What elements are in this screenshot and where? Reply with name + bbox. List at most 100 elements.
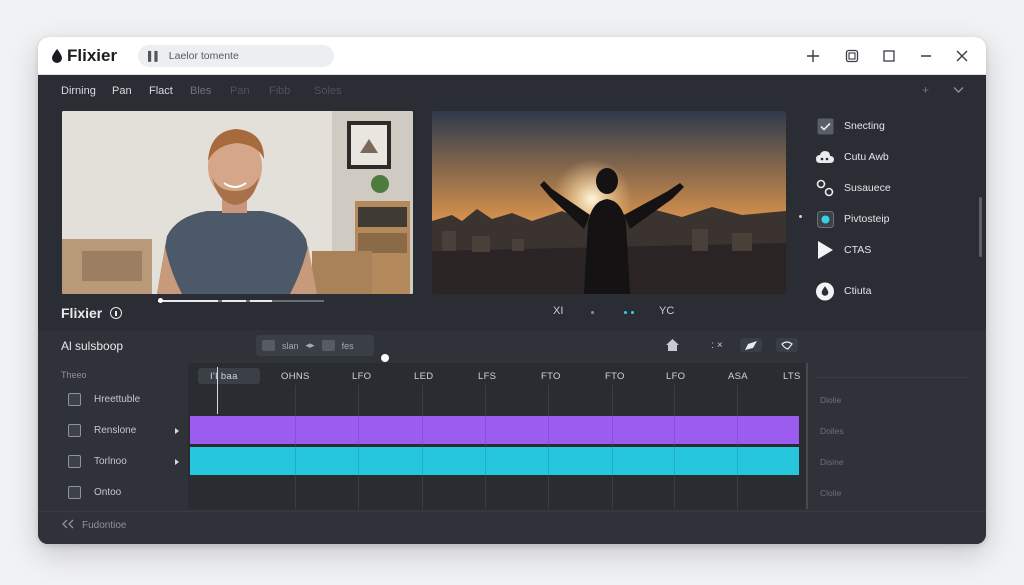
nodes-icon — [816, 179, 834, 197]
sidebar-scrollbar[interactable] — [979, 197, 982, 257]
search-icon: ▌▌ — [148, 51, 161, 61]
preview-source[interactable] — [62, 111, 413, 294]
menu-item-7[interactable]: Soles — [314, 85, 342, 97]
sidebar-item-5[interactable]: CTAS — [816, 240, 871, 260]
timeline-ruler[interactable]: I'I baa OHNS LFO LED LFS FTO FTO LFO ASA… — [188, 367, 808, 385]
ai-panel-title: Al sulsboop — [61, 339, 124, 353]
ruler-tick-label: LFS — [478, 371, 497, 382]
sidebar-item-label: Snecting — [844, 120, 885, 132]
ruler-tick-label: I'I baa — [210, 371, 238, 382]
ruler-tick-label: ASA — [728, 371, 748, 382]
track-2[interactable]: Renslone — [68, 424, 136, 437]
footer-label: Fudontioe — [82, 520, 127, 531]
drop-icon — [52, 49, 62, 63]
sidebar-item-6[interactable]: Ctiuta — [816, 281, 871, 301]
menu-item-4[interactable]: Bles — [190, 85, 211, 97]
playback-dot — [624, 311, 627, 314]
sidebar-item-label: Susauece — [844, 182, 891, 194]
home-icon[interactable] — [664, 338, 680, 352]
preview-source-image — [62, 111, 413, 294]
track-property-label: Clolie — [820, 488, 842, 498]
layout-icon[interactable] — [842, 46, 862, 66]
info-icon[interactable] — [110, 307, 122, 319]
tracks-header: Theeo — [61, 370, 87, 380]
track-label: Ontoo — [94, 487, 122, 498]
divider — [38, 511, 986, 512]
divider — [817, 377, 967, 378]
ruler-tick-label: LFO — [666, 371, 686, 382]
clip-toolbar: slan ◂▸ fes — [256, 335, 374, 356]
track-expand-icon[interactable] — [175, 428, 179, 434]
sidebar-item-2[interactable]: Cutu Awb — [816, 147, 889, 167]
menu-item-1[interactable]: Dirning — [61, 85, 96, 97]
track-label: Torlnoo — [94, 456, 127, 467]
sidebar-item-1[interactable]: Snecting — [816, 116, 885, 136]
track-3[interactable]: Torlnoo — [68, 455, 127, 468]
ruler-tick-label: LFO — [352, 371, 372, 382]
track-property-label: Doiles — [820, 426, 844, 436]
preview-scrub-track[interactable] — [158, 300, 324, 302]
app-window: Flixier ▌▌ Laelor tomente Dirning Pan Fl… — [38, 37, 986, 544]
track-label: Renslone — [94, 425, 137, 436]
more-close-control[interactable]: : × — [702, 338, 732, 352]
toolbar-label[interactable]: fes — [342, 341, 354, 351]
collapse-icon[interactable] — [62, 519, 74, 532]
edit-icon[interactable] — [740, 338, 762, 352]
sidebar-item-label: Cutu Awb — [844, 151, 889, 163]
tag-icon[interactable] — [776, 338, 798, 352]
chevron-down-icon[interactable] — [953, 83, 964, 97]
playhead-handle[interactable] — [381, 354, 389, 362]
preview-label: Flixier — [61, 305, 103, 321]
app-title: Flixier — [67, 46, 118, 65]
track-1[interactable]: Hreettuble — [68, 393, 140, 406]
track-property-label: Diolie — [820, 395, 842, 405]
toolbar-label[interactable]: slan — [282, 341, 299, 351]
ruler-tick-label: FTO — [605, 371, 625, 382]
video-clip[interactable] — [190, 416, 799, 444]
track-label: Hreettuble — [94, 394, 141, 405]
search-placeholder[interactable]: Laelor tomente — [169, 50, 239, 62]
track-expand-icon[interactable] — [175, 459, 179, 465]
timeline-end-marker — [806, 363, 808, 509]
copy-icon[interactable] — [321, 340, 335, 351]
ruler-tick-label: OHNS — [281, 371, 310, 382]
image-icon — [68, 455, 81, 468]
drop-icon — [816, 282, 834, 300]
preview-output[interactable] — [432, 111, 786, 294]
maximize-icon[interactable] — [879, 46, 899, 66]
search-box[interactable]: ▌▌ Laelor tomente — [138, 45, 334, 67]
play-icon — [816, 241, 834, 259]
menu-item-2[interactable]: Pan — [112, 85, 132, 97]
add-icon[interactable] — [803, 46, 823, 66]
sidebar-item-4[interactable]: Pivtosteip — [816, 209, 890, 229]
sidebar-item-label: CTAS — [844, 244, 872, 256]
preview-scrub-handle[interactable] — [158, 298, 163, 303]
close-icon[interactable] — [952, 46, 972, 66]
ruler-tick-label: LED — [414, 371, 434, 382]
preview-output-image — [432, 111, 786, 294]
minimize-icon[interactable] — [916, 46, 936, 66]
playback-start[interactable]: XI — [553, 305, 563, 317]
sidebar-item-label: Pivtosteip — [844, 213, 890, 225]
target-icon — [816, 210, 834, 228]
ruler-tick-label: LTS — [783, 371, 801, 382]
camera-icon — [68, 424, 81, 437]
plus-icon[interactable]: + — [922, 83, 929, 97]
menu-item-6[interactable]: Fibb — [269, 85, 290, 97]
title-bar: Flixier ▌▌ Laelor tomente — [38, 37, 986, 75]
playback-dot — [591, 311, 594, 314]
sidebar-item-3[interactable]: Susauece — [816, 178, 891, 198]
footer[interactable]: Fudontioe — [62, 519, 126, 532]
playhead-line[interactable] — [217, 367, 218, 414]
track-4[interactable]: Ontoo — [68, 486, 121, 499]
audio-clip[interactable] — [190, 447, 799, 475]
playback-end[interactable]: YC — [659, 305, 674, 317]
playback-dot — [631, 311, 634, 314]
clip-icon[interactable] — [262, 340, 275, 351]
menu-item-3[interactable]: Flact — [149, 85, 173, 97]
menu-item-5[interactable]: Pan — [230, 85, 250, 97]
grid-icon — [68, 393, 81, 406]
selection-marker — [799, 215, 802, 218]
audio-wave-icon[interactable]: ◂▸ — [306, 340, 315, 351]
cloud-icon — [816, 148, 834, 166]
